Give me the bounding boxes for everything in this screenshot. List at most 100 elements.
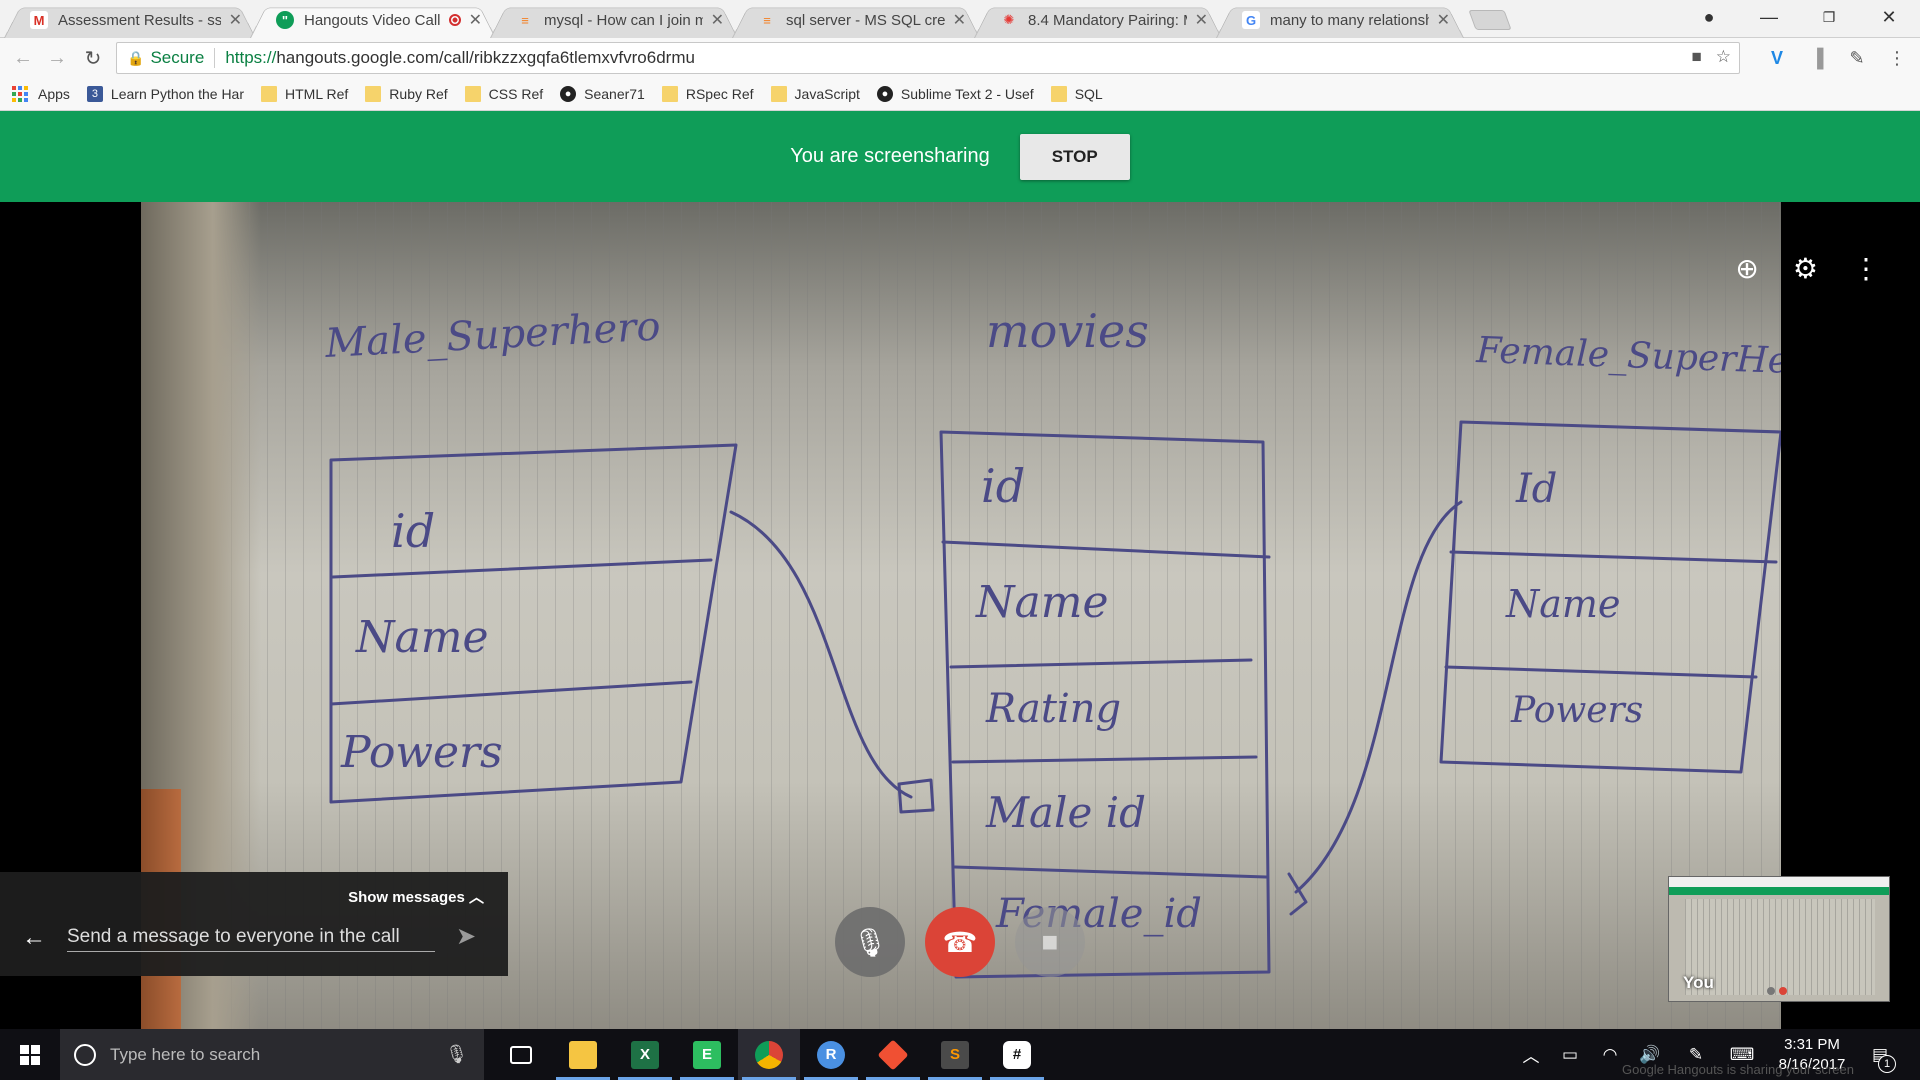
bookmark-star-icon[interactable]: ☆ (1716, 47, 1731, 67)
sublime-text-icon: S (941, 1040, 969, 1069)
bookmark-apps[interactable]: Apps (12, 86, 70, 102)
stackoverflow-icon: ≡ (763, 12, 771, 28)
close-tab-icon[interactable]: ✕ (1437, 10, 1450, 30)
bookmark-javascript[interactable]: JavaScript (770, 86, 860, 102)
taskbar-slack[interactable]: # (986, 1029, 1048, 1080)
add-person-icon[interactable]: ⊕ (1735, 252, 1758, 285)
eyedropper-icon[interactable]: ✎ (1844, 45, 1870, 71)
task-view-button[interactable] (490, 1029, 552, 1080)
taskbar-file-explorer[interactable] (552, 1029, 614, 1080)
show-hidden-icons[interactable]: ︿ (1518, 1029, 1544, 1080)
bookmark-label: CSS Ref (488, 86, 544, 102)
field-female-id: Id (1515, 466, 1557, 512)
field-movies-name: Name (975, 577, 1109, 628)
taskbar-search-box[interactable]: Type here to search 🎙 (60, 1029, 484, 1080)
evernote-icon: E (693, 1040, 721, 1069)
bookmark-label: Apps (38, 86, 70, 102)
relation-line-female (1294, 500, 1463, 894)
camera-toggle-button[interactable]: ■ (1015, 907, 1085, 977)
taskbar-excel[interactable]: X (614, 1029, 676, 1080)
url-scheme: https:// (225, 48, 277, 67)
bookmark-html-ref[interactable]: HTML Ref (261, 86, 348, 102)
bookmark-learn-python[interactable]: 3 Learn Python the Har (86, 86, 244, 102)
git-icon (877, 1038, 909, 1071)
chat-panel: Show messages ︿ ← ➤ (0, 872, 508, 976)
self-view-thumbnail[interactable]: You (1668, 876, 1890, 1002)
relation-line-male (729, 510, 913, 799)
hang-up-button[interactable]: ☎ (925, 907, 995, 977)
reload-button[interactable]: ↻ (80, 45, 106, 71)
tab-sql-server[interactable]: ≡ sql server - MS SQL creat ✕ (732, 2, 980, 38)
windows-taskbar: Type here to search 🎙 X E R S # ︿ ▭ ◠ 🔊 … (0, 1029, 1920, 1080)
stackoverflow-icon: ≡ (521, 12, 529, 28)
taskbar-r-app[interactable]: R (800, 1029, 862, 1080)
chrome-icon (755, 1040, 783, 1069)
table-divider (329, 680, 693, 706)
field-male-powers: Powers (340, 727, 503, 778)
mini-hangup-icon (1779, 987, 1787, 995)
start-button[interactable] (0, 1029, 60, 1080)
close-tab-icon[interactable]: ✕ (953, 10, 966, 30)
close-tab-icon[interactable]: ✕ (1195, 10, 1208, 30)
send-icon[interactable]: ➤ (456, 922, 476, 951)
field-female-name: Name (1505, 582, 1620, 626)
show-messages-toggle[interactable]: Show messages ︿ (348, 886, 484, 907)
bookmark-rspec-ref[interactable]: RSpec Ref (661, 86, 754, 102)
settings-gear-icon[interactable]: ⚙ (1793, 252, 1818, 285)
forward-button[interactable]: → (44, 45, 70, 71)
restore-button[interactable]: ❐ (1806, 0, 1852, 34)
back-arrow-icon[interactable]: ← (22, 924, 46, 952)
minimize-button[interactable]: — (1746, 0, 1792, 34)
folder-icon (1050, 86, 1067, 102)
tab-hangouts-video-call[interactable]: " Hangouts Video Call ✕ (250, 2, 496, 38)
chrome-menu-icon[interactable]: ⋮ (1884, 45, 1910, 71)
battery-icon[interactable]: ▭ (1554, 1029, 1586, 1080)
close-tab-icon[interactable]: ✕ (469, 10, 482, 30)
folder-icon (261, 86, 278, 102)
tab-many-to-many[interactable]: G many to many relationsh ✕ (1216, 2, 1464, 38)
table-title-movies: movies (986, 304, 1149, 358)
profile-icon[interactable]: ● (1686, 0, 1732, 34)
tab-assessment-results[interactable]: M Assessment Results - ssn ✕ (4, 2, 256, 38)
chat-message-input[interactable] (67, 922, 435, 952)
tab-mandatory-pairing[interactable]: ✺ 8.4 Mandatory Pairing: M ✕ (974, 2, 1222, 38)
new-tab-button[interactable] (1468, 10, 1512, 30)
url-input[interactable]: 🔒 Secure https:// hangouts.google.com/ca… (116, 42, 1740, 74)
extension-bars-icon[interactable]: ▐ (1804, 45, 1830, 71)
bookmark-sql[interactable]: SQL (1050, 86, 1103, 102)
bookmark-sublime-text[interactable]: ● Sublime Text 2 - Usef (876, 86, 1034, 102)
field-male-name: Name (355, 612, 489, 663)
camera-icon[interactable]: ■ (1691, 47, 1701, 67)
tab-mysql-join[interactable]: ≡ mysql - How can I join m ✕ (490, 2, 738, 38)
thumbnail-browser-bar (1669, 877, 1889, 887)
taskbar-git[interactable] (862, 1029, 924, 1080)
taskbar-evernote[interactable]: E (676, 1029, 738, 1080)
more-options-icon[interactable]: ⋮ (1852, 252, 1880, 285)
bookmark-seaner71[interactable]: ● Seaner71 (560, 86, 645, 102)
r-app-icon: R (817, 1040, 845, 1069)
bookmark-css-ref[interactable]: CSS Ref (464, 86, 544, 102)
secure-label: Secure (150, 48, 205, 67)
stop-sharing-button[interactable]: STOP (1019, 133, 1130, 180)
chevron-up-icon: ︿ (468, 889, 484, 906)
crowsfoot-marker (1287, 872, 1308, 916)
hangouts-icon: " (276, 11, 294, 29)
close-window-button[interactable]: ✕ (1866, 0, 1912, 34)
divider (214, 48, 216, 68)
table-divider (1449, 550, 1778, 564)
microphone-icon[interactable]: 🎙 (445, 1044, 468, 1065)
microphone-button[interactable]: 🎙 (835, 907, 905, 977)
close-tab-icon[interactable]: ✕ (711, 10, 724, 30)
taskbar-chrome[interactable] (738, 1029, 800, 1080)
bookmark-ruby-ref[interactable]: Ruby Ref (365, 86, 448, 102)
field-movies-rating: Rating (985, 686, 1121, 732)
screenshare-banner: You are screensharing STOP (0, 111, 1920, 202)
bookmark-label: Sublime Text 2 - Usef (900, 86, 1034, 102)
back-button[interactable]: ← (10, 45, 36, 71)
taskbar-sublime[interactable]: S (924, 1029, 986, 1080)
action-center-icon[interactable]: ▤ (1864, 1029, 1896, 1080)
extension-v-icon[interactable]: V (1764, 45, 1790, 71)
close-tab-icon[interactable]: ✕ (229, 10, 242, 30)
gmail-icon: M (30, 11, 48, 29)
tab-title: Assessment Results - ssn (58, 11, 221, 29)
